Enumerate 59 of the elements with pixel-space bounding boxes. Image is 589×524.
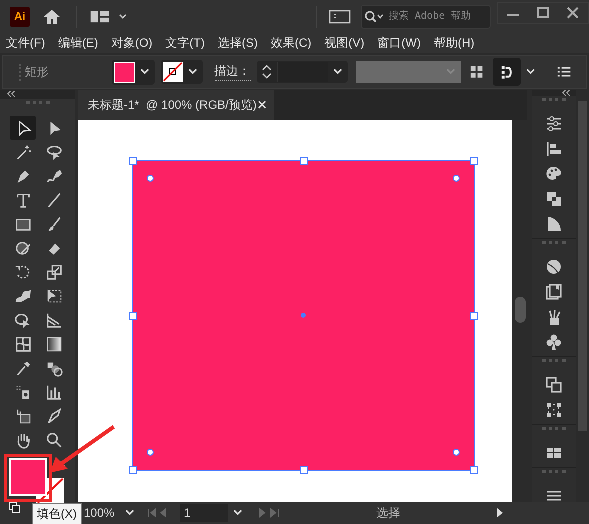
- layers-icon[interactable]: [544, 282, 564, 302]
- document-title: 未标题-1* @ 100% (RGB/预览): [88, 96, 257, 114]
- selection-handle[interactable]: [470, 157, 478, 165]
- tooltip: 填色(X): [32, 503, 82, 524]
- search-icon[interactable]: [364, 8, 386, 24]
- menu-item[interactable]: 对象(O): [111, 34, 153, 52]
- search-field[interactable]: 搜索 Adobe 帮助: [361, 4, 491, 28]
- collapse-icon[interactable]: [562, 90, 572, 96]
- zoom-icon: [44, 430, 64, 450]
- gradient-icon: [44, 334, 64, 354]
- menu-item[interactable]: 窗口(W): [378, 34, 421, 52]
- corner-widget[interactable]: [147, 449, 154, 456]
- selection-handle[interactable]: [300, 157, 308, 165]
- menu-item[interactable]: 效果(C): [270, 34, 312, 52]
- zoom-field[interactable]: 100%: [84, 506, 120, 520]
- corner-widget[interactable]: [453, 175, 460, 182]
- sphere-icon[interactable]: [544, 257, 564, 277]
- corner-widget[interactable]: [147, 175, 154, 182]
- document-tab[interactable]: 未标题-1* @ 100% (RGB/预览)×: [78, 90, 274, 120]
- play-icon[interactable]: [495, 507, 505, 519]
- mesh-icon: [14, 334, 32, 354]
- club-icon[interactable]: [544, 332, 564, 352]
- menu-item[interactable]: 选择(S): [218, 34, 258, 52]
- fill-swatch[interactable]: [9, 458, 47, 496]
- corner-widget[interactable]: [453, 449, 460, 456]
- pathfinder-icon[interactable]: [544, 189, 564, 209]
- menu-item[interactable]: 文字(T): [166, 34, 205, 52]
- scale-icon: [44, 262, 64, 282]
- menu-item[interactable]: 编辑(E): [58, 34, 98, 52]
- app-logo: Ai: [10, 6, 30, 26]
- menu-item[interactable]: 视图(V): [324, 34, 365, 52]
- center-point: [300, 312, 306, 318]
- highlight-frame: [4, 454, 52, 502]
- menu-item[interactable]: 帮助(H): [434, 34, 475, 52]
- collapse-icon[interactable]: [7, 91, 17, 98]
- selection-handle[interactable]: [470, 466, 478, 474]
- selection-handle[interactable]: [129, 157, 137, 165]
- object-type-label: 矩形: [19, 64, 94, 80]
- sliders-icon[interactable]: [544, 114, 564, 134]
- close-tab-button[interactable]: ×: [256, 98, 268, 112]
- scrollbar[interactable]: [578, 101, 587, 431]
- current-tool-status: 选择: [376, 504, 402, 522]
- selection-handle[interactable]: [129, 466, 137, 474]
- artboard-number-field[interactable]: 1: [180, 504, 228, 522]
- align-left-icon[interactable]: [544, 139, 564, 159]
- stroke-label[interactable]: 描边：: [214, 63, 251, 81]
- selection-handle[interactable]: [300, 466, 308, 474]
- bounding-box-icon[interactable]: [544, 400, 564, 420]
- fill-swatch[interactable]: [114, 62, 135, 82]
- transform-icon[interactable]: [544, 375, 564, 395]
- scrollbar-thumb[interactable]: [515, 297, 526, 323]
- stroke-swatch[interactable]: [162, 62, 183, 82]
- tool-button[interactable]: [10, 116, 36, 140]
- stroke-weight-field[interactable]: [256, 61, 348, 83]
- selection-handle[interactable]: [470, 312, 478, 320]
- caret-icon[interactable]: [118, 12, 128, 22]
- menu-item[interactable]: 文件(F): [6, 34, 46, 52]
- align-icon[interactable]: [493, 58, 521, 86]
- selection-handle[interactable]: [129, 312, 137, 320]
